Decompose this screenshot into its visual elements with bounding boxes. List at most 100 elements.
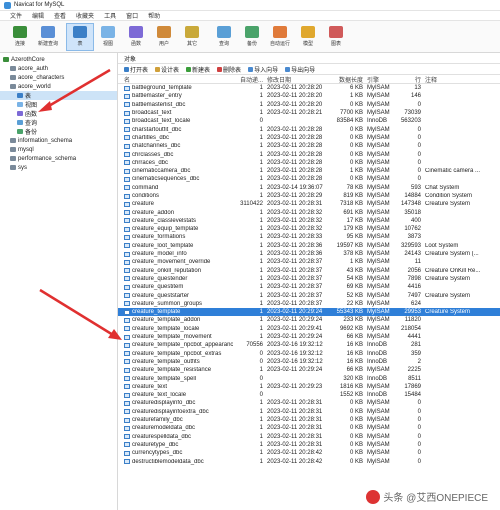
table-row[interactable]: charstartoutfit_dbc 1 2023-02-11 20:28:28 0… — [118, 125, 500, 133]
tree-item-db[interactable]: performance_schema — [0, 154, 117, 163]
column-header-modified-date[interactable]: 修改日期 — [263, 75, 327, 84]
toolbar-button-function[interactable]: 函数 — [122, 23, 150, 51]
menu-item-6[interactable]: 帮助 — [148, 11, 160, 20]
table-row[interactable]: battleground_template 1 2023-02-11 20:28:2… — [118, 84, 500, 92]
table-row[interactable]: command 1 2023-02-14 19:36:07 78 KB MyISAM 59… — [118, 184, 500, 192]
table-row[interactable]: battlemaster_entry 1 2023-02-11 20:28:20 1 … — [118, 92, 500, 100]
export-wizard-button[interactable]: 导出向导 — [285, 65, 315, 74]
column-header-comment[interactable]: 注释 — [421, 75, 491, 84]
table-row[interactable]: creature_template_npcbot_extras 0 2023-02-… — [118, 350, 500, 358]
cell-name: creature_classlevelstats — [118, 218, 233, 224]
toolbar-button-chart[interactable]: 图表 — [322, 23, 350, 51]
tree-item-views[interactable]: 视图 — [0, 100, 117, 109]
table-row[interactable]: broadcast_text_locale 0 83584 KB InnoDB 5632… — [118, 117, 500, 125]
tree-item-db[interactable]: sys — [0, 163, 117, 172]
toolbar-button-user[interactable]: 用户 — [150, 23, 178, 51]
tree-item-tables[interactable]: 表 — [0, 91, 117, 100]
table-row[interactable]: cinematicsequences_dbc 1 2023-02-11 20:28:… — [118, 175, 500, 183]
table-row[interactable]: conditions 1 2023-02-11 20:28:29 819 KB MyIS… — [118, 192, 500, 200]
table-row[interactable]: creature_questitem 1 2023-02-11 20:28:37 69… — [118, 283, 500, 291]
table-row[interactable]: chatchannels_dbc 1 2023-02-11 20:28:28 0 KB… — [118, 142, 500, 150]
table-row[interactable]: creature_onkill_reputation 1 2023-02-11 20… — [118, 267, 500, 275]
cell-size: 1 KB — [349, 93, 363, 100]
table-row[interactable]: creature_addon 1 2023-02-11 20:28:32 691 KB… — [118, 208, 500, 216]
cell-rows: 0 — [417, 168, 421, 175]
toolbar-button-backup[interactable]: 备份 — [238, 23, 266, 51]
cell-size: 16 KB — [346, 342, 363, 349]
table-row[interactable]: creature_text_locale 0 1552 KB InnoDB 15484 — [118, 391, 500, 399]
table-row[interactable]: creature_model_info 1 2023-02-11 20:28:36 3… — [118, 250, 500, 258]
table-row[interactable]: creaturedisplayinfoextra_dbc 1 2023-02-11 … — [118, 408, 500, 416]
design-table-button[interactable]: 设计表 — [155, 65, 179, 74]
column-header-name[interactable]: 名 — [118, 75, 233, 84]
menu-item-2[interactable]: 查看 — [54, 11, 66, 20]
table-row[interactable]: creature_template_resistance 1 2023-02-11 … — [118, 366, 500, 374]
menu-item-3[interactable]: 收藏夹 — [76, 11, 94, 20]
table-row[interactable]: creature_classlevelstats 1 2023-02-11 20:2… — [118, 217, 500, 225]
table-row[interactable]: currencytypes_dbc 1 2023-02-11 20:28:42 0 K… — [118, 449, 500, 457]
table-row[interactable]: battlemasterlist_dbc 1 2023-02-11 20:28:20… — [118, 101, 500, 109]
menu-item-5[interactable]: 窗口 — [126, 11, 138, 20]
toolbar-button-model[interactable]: 模型 — [294, 23, 322, 51]
table-row[interactable]: creature_template_addon 1 2023-02-11 20:29… — [118, 316, 500, 324]
tree-item-queries[interactable]: 查询 — [0, 118, 117, 127]
table-row[interactable]: creature_template_locale 1 2023-02-11 20:2… — [118, 325, 500, 333]
table-row[interactable]: creature_template_outfits 0 2023-02-16 19:… — [118, 358, 500, 366]
table-row[interactable]: creature 3110422 2023-02-11 20:28:31 7318 K… — [118, 200, 500, 208]
table-row[interactable]: creature_template_npcbot_appearance 70556… — [118, 341, 500, 349]
table-row[interactable]: broadcast_text 1 2023-02-11 20:28:21 7700 K… — [118, 109, 500, 117]
toolbar-button-table[interactable]: 表 — [66, 22, 94, 51]
cell-date: 2023-02-11 20:28:31 — [267, 201, 323, 208]
table-row[interactable]: chrraces_dbc 1 2023-02-11 20:28:28 0 KB MyIS… — [118, 159, 500, 167]
table-row[interactable]: creaturetype_dbc 1 2023-02-11 20:28:31 0 KB… — [118, 441, 500, 449]
table-row[interactable]: creature_template 1 2023-02-11 20:29:24 553… — [118, 308, 500, 317]
table-row[interactable]: creaturespelldata_dbc 1 2023-02-11 20:28:3… — [118, 432, 500, 440]
column-header-engine[interactable]: 引擎 — [363, 75, 393, 84]
tree-item-connection[interactable]: AzerothCore — [0, 55, 117, 64]
tree-item-db[interactable]: information_schema — [0, 136, 117, 145]
table-row[interactable]: creaturemodeldata_dbc 1 2023-02-11 20:28:3… — [118, 424, 500, 432]
table-row[interactable]: creature_queststarter 1 2023-02-11 20:28:3… — [118, 291, 500, 299]
new-table-button[interactable]: 新建表 — [186, 65, 210, 74]
table-row[interactable]: creature_formations 1 2023-02-11 20:28:33 9… — [118, 233, 500, 241]
tree-item-functions[interactable]: 函数 — [0, 109, 117, 118]
tree-item-db[interactable]: acore_characters — [0, 73, 117, 82]
open-table-button[interactable]: 打开表 — [124, 65, 148, 74]
table-icon — [124, 201, 130, 207]
menu-item-0[interactable]: 文件 — [10, 11, 22, 20]
delete-table-button[interactable]: 删除表 — [217, 65, 241, 74]
column-header-data-length[interactable]: 数据长度 — [327, 75, 363, 84]
table-row[interactable]: creature_questender 1 2023-02-11 20:28:37 5… — [118, 275, 500, 283]
table-row[interactable]: creature_equip_template 1 2023-02-11 20:28… — [118, 225, 500, 233]
tree-item-db[interactable]: acore_auth — [0, 64, 117, 73]
menu-item-1[interactable]: 编辑 — [32, 11, 44, 20]
table-row[interactable]: destructiblemodeldata_dbc 1 2023-02-11 20:… — [118, 457, 500, 465]
table-row[interactable]: creature_template_spell 0 320 KB InnoDB 8511 — [118, 374, 500, 382]
table-row[interactable]: chrclasses_dbc 1 2023-02-11 20:28:28 0 KB My… — [118, 150, 500, 158]
table-row[interactable]: cinematiccamera_dbc 1 2023-02-11 20:28:28 1… — [118, 167, 500, 175]
import-wizard-button[interactable]: 导入向导 — [248, 65, 278, 74]
tree-item-backups[interactable]: 备份 — [0, 127, 117, 136]
objects-tab[interactable]: 对象 — [118, 53, 500, 64]
table-row[interactable]: creature_text 1 2023-02-11 20:29:23 1816 KB… — [118, 383, 500, 391]
tree-item-db[interactable]: acore_world — [0, 82, 117, 91]
table-row[interactable]: creature_loot_template 1 2023-02-11 20:28:… — [118, 242, 500, 250]
table-row[interactable]: chartitles_dbc 1 2023-02-11 20:28:28 0 KB My… — [118, 134, 500, 142]
column-header-rows[interactable]: 行 — [393, 75, 421, 84]
toolbar-button-connect[interactable]: 连接 — [6, 23, 34, 51]
toolbar-button-other[interactable]: 其它 — [178, 23, 206, 51]
toolbar-button-new-query[interactable]: 新建查询 — [34, 23, 62, 51]
toolbar-button-view[interactable]: 视图 — [94, 23, 122, 51]
cell-date: 2023-02-14 19:36:07 — [267, 184, 323, 191]
table-row[interactable]: creature_template_movement 1 2023-02-11 20… — [118, 333, 500, 341]
cell-engine: InnoDB — [367, 350, 388, 357]
table-row[interactable]: creature_summon_groups 1 2023-02-11 20:28:… — [118, 300, 500, 308]
table-row[interactable]: creaturefamily_dbc 1 2023-02-11 20:28:31 0 … — [118, 416, 500, 424]
table-row[interactable]: creaturedisplayinfo_dbc 1 2023-02-11 20:28… — [118, 399, 500, 407]
table-row[interactable]: creature_movement_override 1 2023-02-11 20… — [118, 258, 500, 266]
toolbar-button-autorun[interactable]: 自动运行 — [266, 23, 294, 51]
toolbar-button-query[interactable]: 查询 — [210, 23, 238, 51]
column-header-auto-increment[interactable]: 自动递... — [233, 75, 263, 84]
tree-item-db[interactable]: mysql — [0, 145, 117, 154]
menu-item-4[interactable]: 工具 — [104, 11, 116, 20]
